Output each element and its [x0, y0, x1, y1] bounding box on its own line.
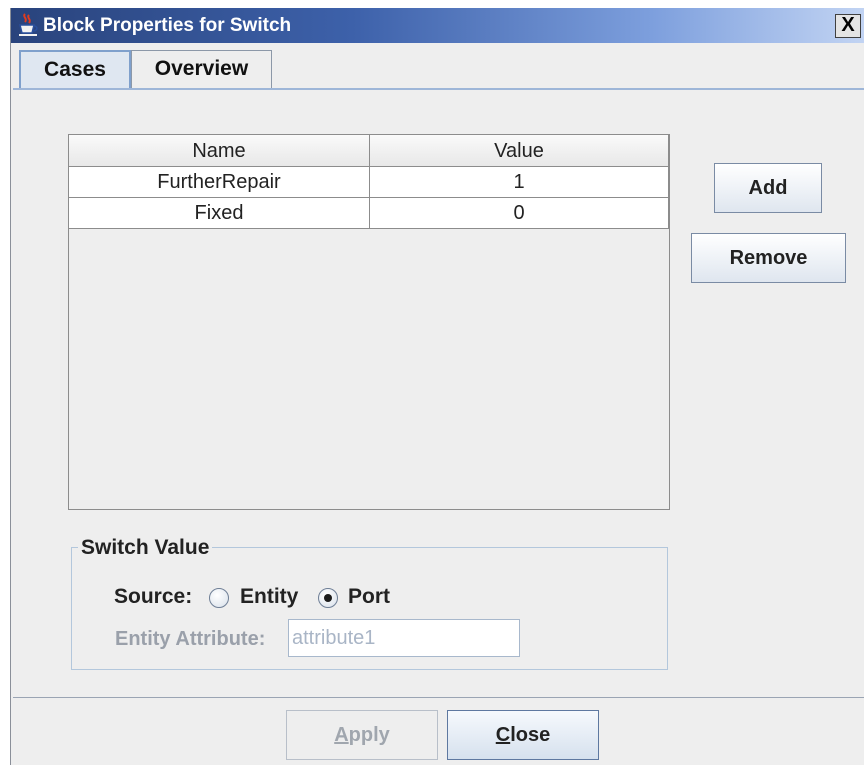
- apply-button[interactable]: Apply: [286, 710, 438, 760]
- table-header: Name Value: [69, 135, 669, 167]
- java-coffee-cup-icon: [19, 13, 38, 36]
- window-title: Block Properties for Switch: [43, 15, 292, 36]
- close-button[interactable]: Close: [447, 710, 599, 760]
- cell-value[interactable]: 0: [370, 198, 669, 229]
- entity-radio[interactable]: [209, 588, 229, 608]
- close-window-button[interactable]: X: [835, 14, 861, 38]
- tab-overview[interactable]: Overview: [131, 50, 272, 88]
- column-header-value[interactable]: Value: [370, 135, 669, 167]
- table-row[interactable]: FurtherRepair 1: [69, 167, 669, 198]
- tab-cases[interactable]: Cases: [19, 50, 131, 88]
- cell-name[interactable]: FurtherRepair: [69, 167, 370, 198]
- port-radio[interactable]: [318, 588, 338, 608]
- switch-value-title: Switch Value: [78, 536, 213, 560]
- tab-strip: Cases Overview: [11, 50, 864, 88]
- dialog-window: Block Properties for Switch X Cases Over…: [10, 8, 864, 765]
- cell-value[interactable]: 1: [370, 167, 669, 198]
- radio-selected-dot: [324, 594, 332, 602]
- entity-attribute-label: Entity Attribute:: [115, 628, 266, 650]
- entity-radio-label[interactable]: Entity: [240, 585, 298, 609]
- entity-attribute-input[interactable]: attribute1: [288, 619, 520, 657]
- table-row[interactable]: Fixed 0: [69, 198, 669, 229]
- add-button[interactable]: Add: [714, 163, 822, 213]
- cell-name[interactable]: Fixed: [69, 198, 370, 229]
- remove-button[interactable]: Remove: [691, 233, 846, 283]
- source-label: Source:: [114, 585, 193, 608]
- title-bar[interactable]: Block Properties for Switch X: [11, 8, 864, 43]
- close-icon: X: [841, 14, 855, 36]
- column-header-name[interactable]: Name: [69, 135, 370, 167]
- cases-table[interactable]: Name Value FurtherRepair 1 Fixed 0: [68, 134, 670, 510]
- port-radio-label[interactable]: Port: [348, 585, 390, 609]
